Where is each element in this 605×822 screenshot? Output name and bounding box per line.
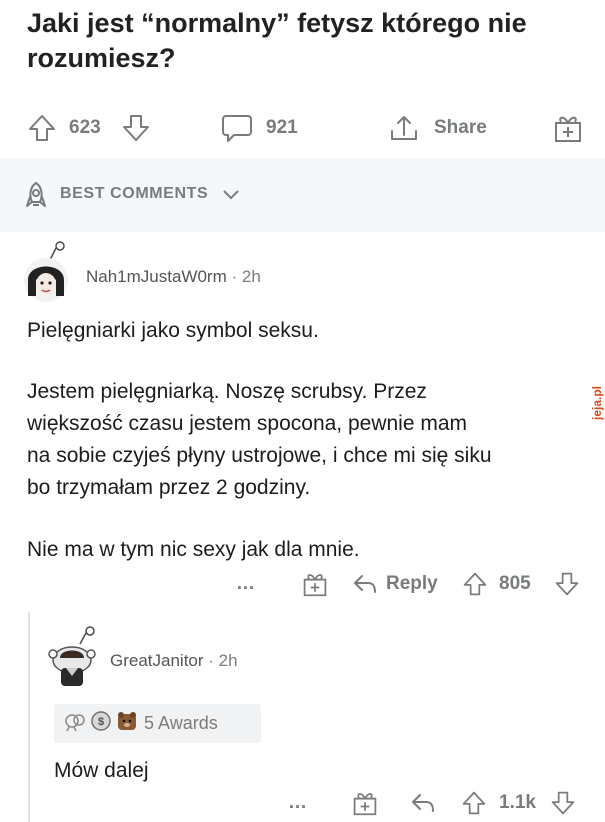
comment-text-line: bo trzymałam przez 2 godziny. xyxy=(27,476,311,499)
post-score: 623 xyxy=(69,117,101,138)
awards-bar[interactable]: $ 5 Awards xyxy=(54,704,261,743)
reply-arrow-icon xyxy=(410,791,436,815)
more-options-icon: … xyxy=(236,573,255,594)
sort-label: BEST COMMENTS xyxy=(60,185,209,202)
reply-button[interactable]: Reply xyxy=(352,567,438,601)
watermark: jeja.pl xyxy=(588,382,605,434)
downvote-button[interactable] xyxy=(550,786,576,820)
timestamp: · 2h xyxy=(208,651,238,670)
upvote-arrow-icon xyxy=(27,113,57,143)
comment-actions: … 1.1k xyxy=(0,786,605,820)
comment-text-line: Pielęgniarki jako symbol seksu. xyxy=(27,319,319,342)
award-button[interactable] xyxy=(302,567,328,601)
gift-icon xyxy=(553,112,583,144)
comment-text-line: większość czasu jestem spocona, pewnie m… xyxy=(27,412,468,435)
share-button[interactable]: Share xyxy=(388,102,487,154)
comment-actions: … Reply 805 xyxy=(0,567,605,601)
upvote-arrow-icon xyxy=(462,571,488,597)
comment-score: 1.1k xyxy=(499,792,536,813)
upvote-button[interactable] xyxy=(461,786,487,820)
reply-arrow-icon xyxy=(352,572,378,596)
upvote-button[interactable] xyxy=(462,567,488,601)
upvote-button[interactable] xyxy=(27,102,57,154)
comment-author-meta: GreatJanitor · 2h xyxy=(110,651,238,671)
reply-button[interactable] xyxy=(410,786,436,820)
more-options-button[interactable]: … xyxy=(288,786,307,820)
gift-icon xyxy=(302,570,328,598)
comment-score: 805 xyxy=(499,573,531,594)
gift-icon xyxy=(352,789,378,817)
comments-button[interactable]: 921 xyxy=(220,102,298,154)
downvote-button[interactable] xyxy=(121,102,151,154)
awards-label: 5 Awards xyxy=(144,713,218,733)
avatar[interactable] xyxy=(44,624,102,693)
timestamp: · 2h xyxy=(231,267,261,286)
post-title: Jaki jest “normalny” fetysz którego nie … xyxy=(27,8,527,73)
username[interactable]: GreatJanitor xyxy=(110,651,204,670)
bear-award-icon xyxy=(116,710,138,737)
silver-coin-icon: $ xyxy=(90,710,112,737)
downvote-arrow-icon xyxy=(121,113,151,143)
downvote-arrow-icon xyxy=(550,790,576,816)
share-icon xyxy=(388,112,420,144)
reply-label: Reply xyxy=(386,573,438,594)
comment-author-meta: Nah1mJustaW0rm · 2h xyxy=(86,267,261,287)
chevron-down-icon xyxy=(222,186,240,207)
sort-bar[interactable]: BEST COMMENTS xyxy=(0,158,605,232)
post-action-bar: 623 921 Share xyxy=(0,102,605,154)
downvote-button[interactable] xyxy=(554,567,580,601)
upvote-arrow-icon xyxy=(461,790,487,816)
watermark-text: jeja.pl xyxy=(590,386,604,421)
downvote-arrow-icon xyxy=(554,571,580,597)
username[interactable]: Nah1mJustaW0rm xyxy=(86,267,227,286)
rocket-icon xyxy=(20,180,52,217)
share-label: Share xyxy=(434,117,487,138)
award-button[interactable] xyxy=(553,102,583,154)
more-options-button[interactable]: … xyxy=(236,567,255,601)
comment-text-line: Nie ma w tym nic sexy jak dla mnie. xyxy=(27,538,360,561)
avatar[interactable] xyxy=(20,240,72,309)
comments-count: 921 xyxy=(266,117,298,138)
comment-text: Mów dalej xyxy=(54,759,149,782)
comment-text-line: na sobie czyjeś płyny ustrojowe, i chce … xyxy=(27,444,492,467)
award-button[interactable] xyxy=(352,786,378,820)
comment-bubble-icon xyxy=(220,112,254,144)
comment-text-line: Jestem pielęgniarką. Noszę scrubsy. Prze… xyxy=(27,380,427,403)
svg-text:$: $ xyxy=(98,716,104,728)
award-icon xyxy=(64,710,86,737)
more-options-icon: … xyxy=(288,792,307,813)
